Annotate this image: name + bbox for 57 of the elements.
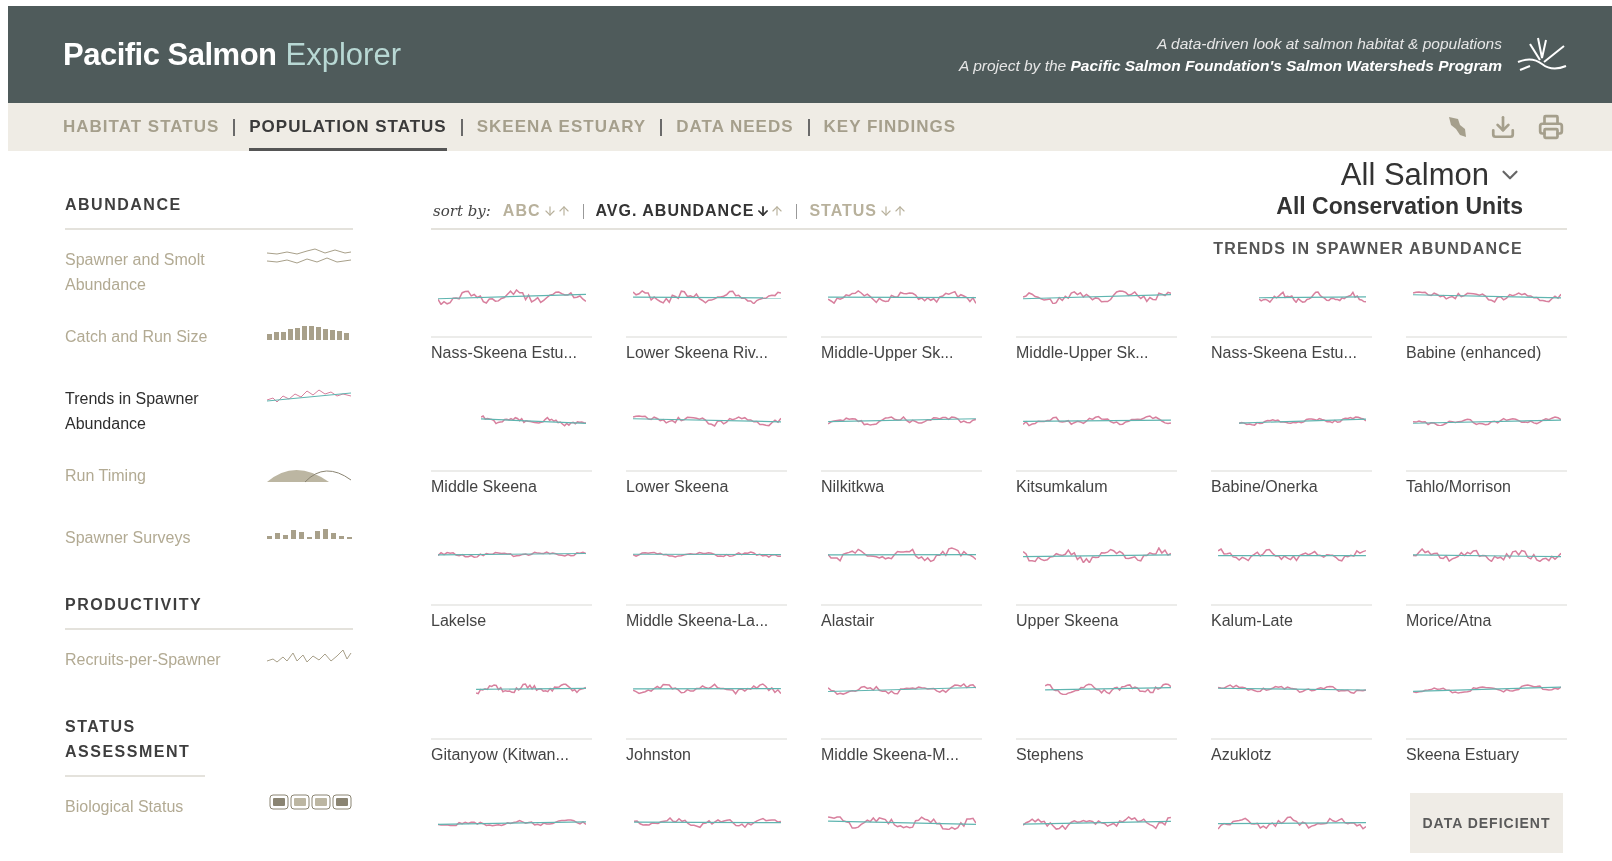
sidebar-item[interactable]: Biological Status	[65, 777, 353, 839]
credit-line: A project by the Pacific Salmon Foundation's Salmon Watersheds Program	[959, 56, 1502, 75]
unit-name: Nilkitkwa	[821, 470, 982, 506]
unit-name: Lower Skeena Riv...	[626, 336, 787, 372]
unit-name: Middle-Upper Sk...	[821, 336, 982, 372]
sidebar-item[interactable]: Recruits-per-Spawner	[65, 630, 353, 692]
section-heading: PRODUCTIVITY	[65, 592, 353, 630]
status-squares-icon	[269, 794, 353, 810]
unit-name: Tahlo/Morrison	[1406, 470, 1567, 506]
sidebar-item[interactable]: Spawner Surveys	[65, 508, 353, 570]
units-label: All Conservation Units	[1276, 193, 1523, 220]
unit-name: Gitanyow (Kitwan...	[431, 738, 592, 774]
dual-line-icon	[265, 247, 353, 267]
nav-tab[interactable]: SKEENA ESTUARY	[476, 103, 647, 151]
unit-name: Stephens	[1016, 738, 1177, 774]
download-icon[interactable]	[1490, 114, 1516, 140]
sort-option[interactable]: ABC	[502, 202, 571, 220]
unit-name: Morice/Atna	[1406, 604, 1567, 640]
nav-tab[interactable]: DATA NEEDS	[676, 103, 794, 151]
sort-option[interactable]: AVG. ABUNDANCE	[595, 202, 785, 220]
unit-name: Kitsumkalum	[1016, 470, 1177, 506]
unit-name: Middle Skeena-M...	[821, 738, 982, 774]
site-title-suffix: Explorer	[285, 36, 401, 73]
sidebar-item[interactable]: Spawner and Smolt Abundance	[65, 230, 353, 307]
nav-tab[interactable]: HABITAT STATUS	[63, 103, 220, 151]
tagline: A data-driven look at salmon habitat & populations	[1157, 34, 1502, 53]
unit-name: Lakelse	[431, 604, 592, 640]
unit-name: Babine (enhanced)	[1406, 336, 1567, 372]
unit-name: Lower Skeena	[626, 470, 787, 506]
nav-tab[interactable]: POPULATION STATUS	[249, 103, 447, 151]
nav-tab[interactable]: KEY FINDINGS	[823, 103, 957, 151]
unit-name: Azuklotz	[1211, 738, 1372, 774]
unit-name: Babine/Onerka	[1211, 470, 1372, 506]
sort-label: sort by:	[433, 202, 491, 220]
species-dropdown[interactable]: All Salmon	[1340, 157, 1523, 193]
unit-name: Middle-Upper Sk...	[1016, 336, 1177, 372]
grid-heading: TRENDS IN SPAWNER ABUNDANCE	[1212, 239, 1524, 258]
unit-name: Johnston	[626, 738, 787, 774]
unit-name: Nass-Skeena Estu...	[431, 336, 592, 372]
site-title: Pacific Salmon	[63, 36, 277, 73]
unit-name: Alastair	[821, 604, 982, 640]
unit-name: Upper Skeena	[1016, 604, 1177, 640]
section-heading: STATUS ASSESSMENT	[65, 714, 205, 777]
print-icon[interactable]	[1538, 114, 1564, 140]
sidebar-item[interactable]: Trends in Spawner Abundance	[65, 369, 353, 446]
unit-name: Middle Skeena	[431, 470, 592, 506]
status-badge: DATA DEFICIENT	[1410, 793, 1563, 853]
sort-option[interactable]: STATUS	[809, 202, 907, 220]
unit-name: Kalum-Late	[1211, 604, 1372, 640]
sidebar-item[interactable]: Catch and Run Size	[65, 307, 353, 369]
unit-name: Skeena Estuary	[1406, 738, 1567, 774]
section-heading: ABUNDANCE	[65, 192, 353, 230]
sidebar-item[interactable]: Run Timing	[65, 446, 353, 508]
fish-logo-icon	[1516, 35, 1568, 74]
unit-name: Nass-Skeena Estu...	[1211, 336, 1372, 372]
unit-name: Middle Skeena-La...	[626, 604, 787, 640]
map-icon[interactable]	[1446, 115, 1468, 139]
